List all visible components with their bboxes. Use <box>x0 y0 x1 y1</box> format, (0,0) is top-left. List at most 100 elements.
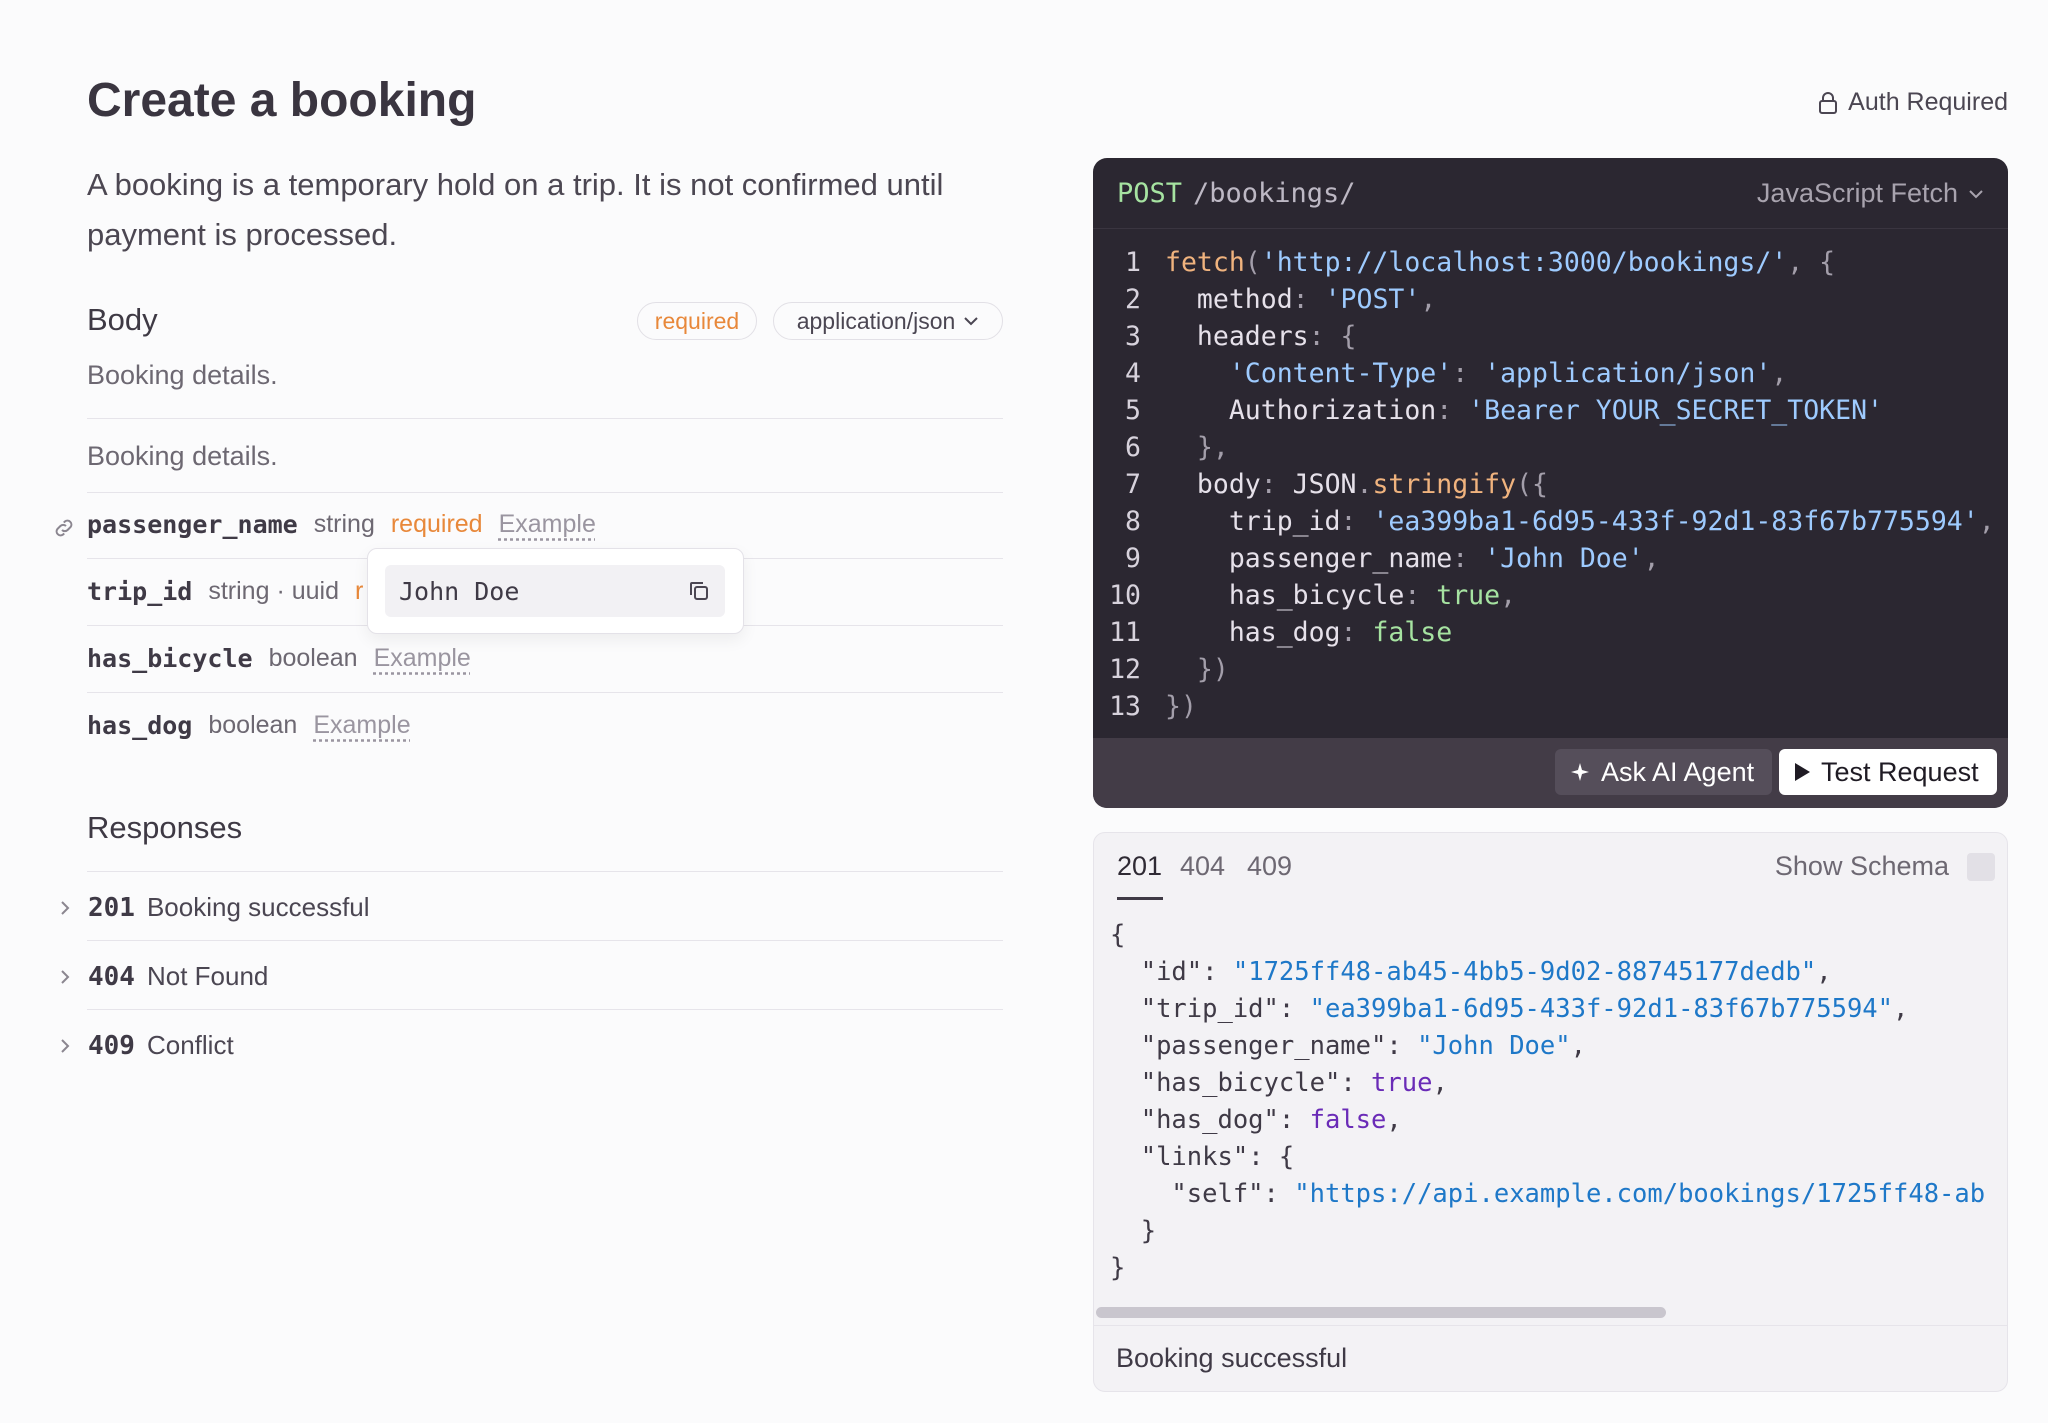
code-token: body <box>1196 469 1261 500</box>
property-type: string · uuid <box>208 577 339 605</box>
example-value-box: John Doe <box>385 565 725 617</box>
divider <box>87 418 1003 419</box>
json-value: "John Doe" <box>1417 1031 1571 1061</box>
tab-404[interactable]: 404 <box>1180 851 1225 882</box>
code-line: 2 method: 'POST', <box>1093 281 1436 318</box>
schema-description: Booking details. <box>87 441 278 471</box>
property-required: r <box>354 577 364 605</box>
play-icon <box>1795 763 1810 781</box>
code-line: 9 passenger_name: 'John Doe', <box>1093 540 1660 577</box>
tab-409[interactable]: 409 <box>1247 851 1292 882</box>
show-schema-toggle[interactable] <box>1967 853 1995 881</box>
divider <box>87 492 1003 493</box>
test-request-label: Test Request <box>1821 756 1979 787</box>
json-line: "links": { <box>1140 1142 1295 1172</box>
property-passenger-name: passenger_name string required Example <box>87 510 596 539</box>
code-token: JSON <box>1292 469 1357 500</box>
response-code: 409 <box>88 1030 135 1061</box>
code-token: fetch <box>1165 247 1245 278</box>
property-has-dog: has_dog boolean Example <box>87 711 411 740</box>
code-token: 'John Doe' <box>1484 543 1644 574</box>
line-number: 2 <box>1125 284 1141 315</box>
line-number: 7 <box>1125 469 1141 500</box>
property-type: boolean <box>268 644 358 672</box>
json-line: } <box>1110 1216 1157 1246</box>
code-line: 8 trip_id: 'ea399ba1-6d95-433f-92d1-83f6… <box>1093 503 1995 540</box>
json-value: "1725ff48-ab45-4bb5-9d02-88745177dedb" <box>1232 957 1817 987</box>
content-type-select[interactable]: application/json <box>773 302 1003 340</box>
divider <box>87 1009 1003 1010</box>
sparkle-icon <box>1571 763 1589 781</box>
json-value: false <box>1309 1105 1387 1135</box>
lock-icon <box>1819 91 1838 114</box>
property-has-bicycle: has_bicycle boolean Example <box>87 644 471 673</box>
link-icon[interactable] <box>52 516 76 540</box>
http-method: POST <box>1117 178 1183 209</box>
json-line: } <box>1110 1253 1126 1283</box>
tab-201[interactable]: 201 <box>1117 851 1162 882</box>
response-description: Booking successful <box>1116 1343 1348 1373</box>
language-label: JavaScript Fetch <box>1756 178 1958 208</box>
required-badge: required <box>637 302 757 340</box>
json-key: "has_dog" <box>1140 1105 1279 1135</box>
line-number: 13 <box>1109 691 1141 722</box>
json-key: "id" <box>1140 957 1203 987</box>
json-key: "links" <box>1140 1142 1249 1172</box>
json-line: "has_bicycle": true, <box>1140 1068 1448 1098</box>
example-link[interactable]: Example <box>374 644 471 673</box>
example-link[interactable]: Example <box>313 711 410 740</box>
code-line: 10 has_bicycle: true, <box>1093 577 1516 614</box>
code-line: 13}) <box>1093 688 1197 725</box>
line-number: 5 <box>1125 395 1141 426</box>
divider <box>1094 1325 2007 1326</box>
response-code: 201 <box>88 892 135 923</box>
responses-heading: Responses <box>87 810 243 845</box>
copy-icon[interactable] <box>687 579 711 603</box>
page-title: Create a booking <box>87 74 477 127</box>
code-line: 3 headers: { <box>1093 318 1356 355</box>
code-line: 1 fetch('http://localhost:3000/bookings/'… <box>1093 244 1835 281</box>
active-tab-indicator <box>1117 897 1163 900</box>
example-value: John Doe <box>399 576 520 606</box>
test-request-button[interactable]: Test Request <box>1779 749 1997 795</box>
code-token: method <box>1196 284 1293 315</box>
json-line: "trip_id": "ea399ba1-6d95-433f-92d1-83f6… <box>1140 994 1909 1024</box>
property-name: has_bicycle <box>87 644 253 673</box>
example-link[interactable]: Example <box>499 510 596 539</box>
response-label: Not Found <box>146 961 269 991</box>
code-line: 12 }) <box>1093 651 1229 688</box>
chevron-down-icon <box>964 317 978 326</box>
divider <box>87 692 1003 693</box>
json-line: "passenger_name": "John Doe", <box>1140 1031 1586 1061</box>
horizontal-scrollbar[interactable] <box>1096 1307 1666 1318</box>
line-number: 12 <box>1109 654 1141 685</box>
response-code: 404 <box>88 961 135 992</box>
json-line: "self": "https://api.example.com/booking… <box>1171 1179 1986 1209</box>
response-item-404[interactable]: 404 Not Found <box>52 961 268 992</box>
json-key: "passenger_name" <box>1140 1031 1387 1061</box>
code-token: has_dog <box>1228 617 1341 648</box>
line-number: 10 <box>1109 580 1141 611</box>
property-type: boolean <box>208 711 298 739</box>
body-description: Booking details. <box>87 360 278 390</box>
json-value: true <box>1371 1068 1433 1098</box>
property-required: required <box>390 510 483 538</box>
code-token: has_bicycle <box>1228 580 1405 611</box>
response-item-409[interactable]: 409 Conflict <box>52 1030 234 1061</box>
line-number: 11 <box>1109 617 1141 648</box>
code-token: 'application/json' <box>1484 358 1772 389</box>
code-line: 5 Authorization: 'Bearer YOUR_SECRET_TOK… <box>1093 392 1883 429</box>
property-name: trip_id <box>87 577 193 606</box>
ask-ai-agent-button[interactable]: Ask AI Agent <box>1555 749 1772 795</box>
endpoint-path: /bookings/ <box>1193 178 1356 209</box>
line-number: 6 <box>1125 432 1141 463</box>
code-line: 4 'Content-Type': 'application/json', <box>1093 355 1787 392</box>
divider <box>87 871 1003 872</box>
response-item-201[interactable]: 201 Booking successful <box>52 892 370 923</box>
line-number: 1 <box>1125 247 1141 278</box>
page-description: A booking is a temporary hold on a trip.… <box>87 167 944 252</box>
language-select[interactable]: JavaScript Fetch <box>1757 178 1984 209</box>
code-token: stringify <box>1372 469 1517 500</box>
content-type-label: application/json <box>796 307 956 334</box>
json-line: "id": "1725ff48-ab45-4bb5-9d02-88745177d… <box>1140 957 1832 987</box>
